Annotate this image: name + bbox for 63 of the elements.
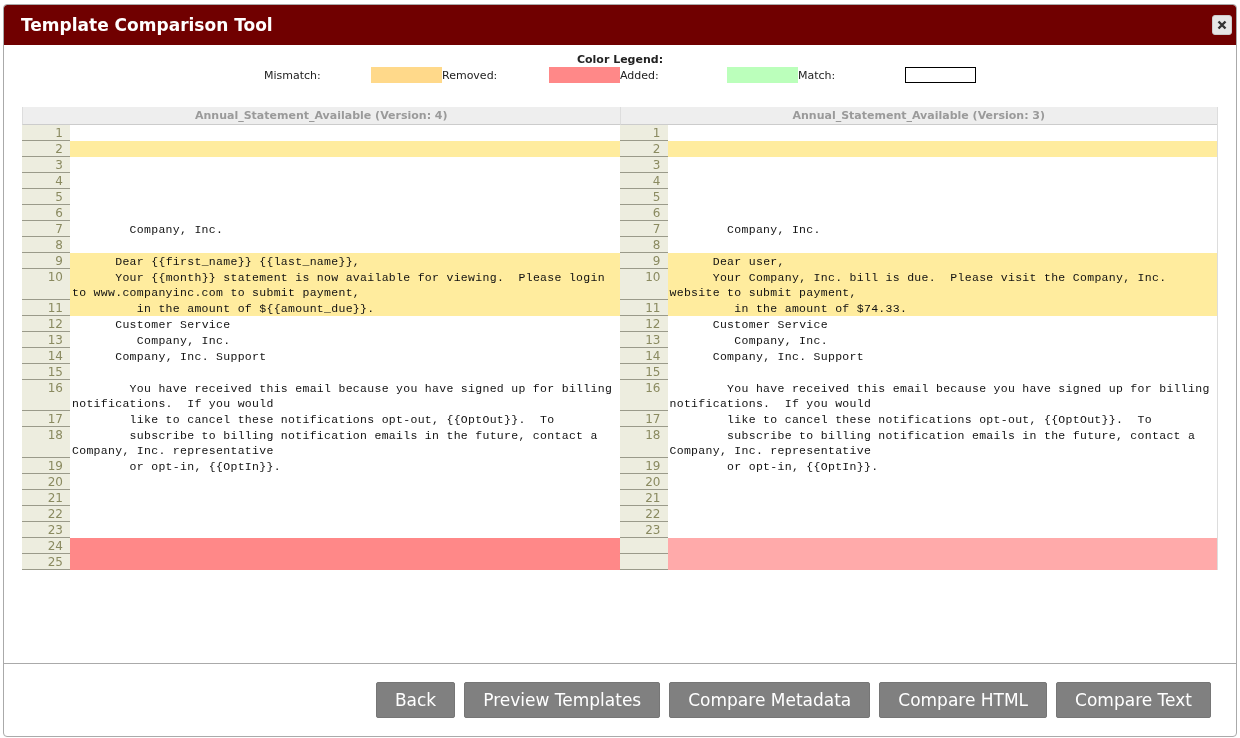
line-number: 19 bbox=[619, 458, 668, 474]
legend-title: Color Legend: bbox=[576, 53, 664, 66]
line-number: 17 bbox=[22, 411, 70, 427]
line-number: 20 bbox=[22, 474, 70, 490]
line-number: 23 bbox=[619, 522, 668, 538]
line-number: 11 bbox=[22, 300, 70, 316]
footer-button[interactable]: Preview Templates bbox=[464, 682, 661, 718]
line-number: 13 bbox=[22, 332, 70, 348]
line-number: 21 bbox=[22, 490, 70, 506]
line-number: 15 bbox=[22, 364, 70, 380]
line-number: 20 bbox=[619, 474, 668, 490]
footer-button[interactable]: Compare Metadata bbox=[669, 682, 871, 718]
line-number: 21 bbox=[619, 490, 668, 506]
line-number: 16 bbox=[619, 380, 668, 411]
legend-label: Match: bbox=[798, 68, 837, 82]
line-number: 5 bbox=[619, 189, 668, 205]
line-number: 4 bbox=[22, 173, 70, 189]
line-number: 22 bbox=[619, 506, 668, 522]
footer-button[interactable]: Back bbox=[375, 682, 456, 718]
line-number: 4 bbox=[619, 173, 668, 189]
line-number: 2 bbox=[22, 141, 70, 157]
line-number: 7 bbox=[619, 221, 668, 237]
line-number: 18 bbox=[619, 427, 668, 458]
line-number: 18 bbox=[22, 427, 70, 458]
line-number: 6 bbox=[22, 205, 70, 221]
legend-label: Mismatch: bbox=[264, 68, 322, 82]
footer-button[interactable]: Compare Text bbox=[1056, 682, 1211, 718]
line-number: 25 bbox=[22, 554, 70, 570]
legend-label: Removed: bbox=[442, 68, 499, 82]
close-icon bbox=[1217, 20, 1227, 30]
line-number: 14 bbox=[22, 348, 70, 364]
line-number: 10 bbox=[22, 269, 70, 300]
pane-header: Annual_Statement_Available (Version: 3) bbox=[619, 107, 1217, 125]
line-number: 8 bbox=[619, 237, 668, 253]
pane-header: Annual_Statement_Available (Version: 4) bbox=[22, 107, 620, 125]
line-number: 10 bbox=[619, 269, 668, 300]
line-number: 3 bbox=[22, 157, 70, 173]
line-number: 1 bbox=[619, 125, 668, 141]
line-number: 12 bbox=[22, 316, 70, 332]
window-title: Template Comparison Tool bbox=[21, 15, 273, 35]
line-number: 8 bbox=[22, 237, 70, 253]
line-number: 17 bbox=[619, 411, 668, 427]
line-number: 22 bbox=[22, 506, 70, 522]
line-number: 9 bbox=[619, 253, 668, 269]
line-number: 3 bbox=[619, 157, 668, 173]
footer-button[interactable]: Compare HTML bbox=[879, 682, 1048, 718]
line-number: 1 bbox=[22, 125, 70, 141]
line-number: 12 bbox=[619, 316, 668, 332]
line-number: 9 bbox=[22, 253, 70, 269]
line-number: 2 bbox=[619, 141, 668, 157]
legend-label: Added: bbox=[620, 68, 660, 82]
line-number: 13 bbox=[619, 332, 668, 348]
line-number: 23 bbox=[22, 522, 70, 538]
line-number: 14 bbox=[619, 348, 668, 364]
line-number: 19 bbox=[22, 458, 70, 474]
line-number: 24 bbox=[22, 538, 70, 554]
line-number: 7 bbox=[22, 221, 70, 237]
line-number: 16 bbox=[22, 380, 70, 411]
line-number: 11 bbox=[619, 300, 668, 316]
line-number: 5 bbox=[22, 189, 70, 205]
close-button[interactable] bbox=[1212, 15, 1232, 35]
line-number: 15 bbox=[619, 364, 668, 380]
line-number: 6 bbox=[619, 205, 668, 221]
